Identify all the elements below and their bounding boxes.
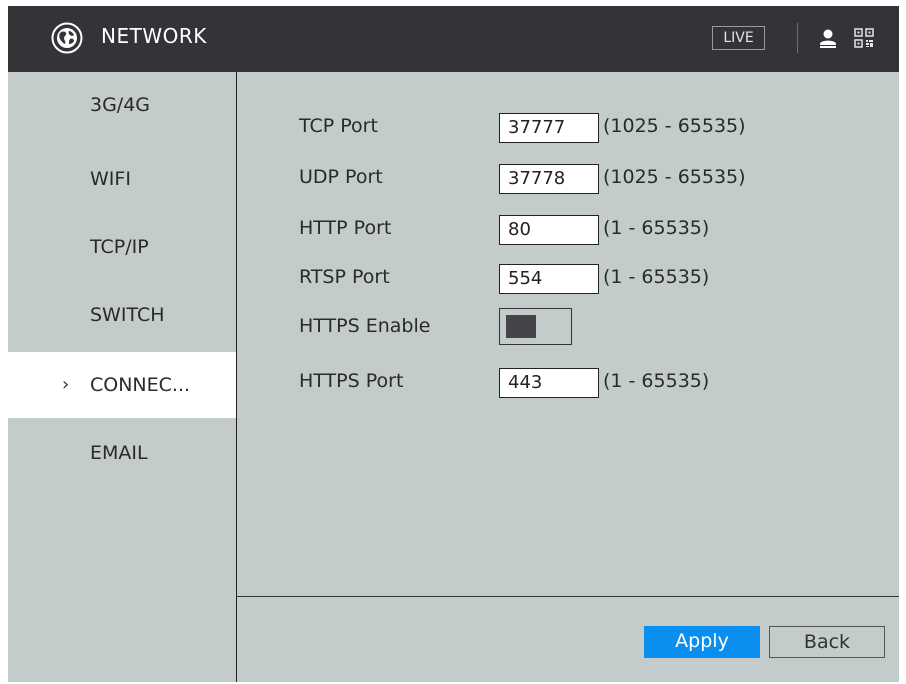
sidebar-item-label: 3G/4G <box>90 94 151 116</box>
sidebar-item-switch[interactable]: SWITCH <box>8 282 236 348</box>
https-port-label: HTTPS Port <box>299 370 404 392</box>
sidebar-item-3g4g[interactable]: 3G/4G <box>8 72 236 138</box>
tcp-port-input[interactable]: 37777 <box>499 113 599 143</box>
udp-port-input[interactable]: 37778 <box>499 164 599 194</box>
rtsp-port-range: (1 - 65535) <box>603 266 710 288</box>
https-port-range: (1 - 65535) <box>603 370 710 392</box>
user-icon[interactable] <box>819 28 837 48</box>
connection-settings-panel: TCP Port 37777 (1025 - 65535) UDP Port 3… <box>237 72 899 682</box>
sidebar-item-label: SWITCH <box>90 304 165 326</box>
sidebar: 3G/4G WIFI TCP/IP SWITCH › CONNEC... EMA… <box>8 72 237 682</box>
udp-port-range: (1025 - 65535) <box>603 166 746 188</box>
sidebar-item-label: CONNEC... <box>90 374 191 396</box>
rtsp-port-label: RTSP Port <box>299 266 390 288</box>
page-title: NETWORK <box>101 24 207 48</box>
https-enable-toggle[interactable] <box>499 308 572 345</box>
sidebar-item-tcpip[interactable]: TCP/IP <box>8 214 236 280</box>
sidebar-item-label: WIFI <box>90 168 131 190</box>
rtsp-port-input[interactable]: 554 <box>499 264 599 294</box>
udp-port-label: UDP Port <box>299 166 383 188</box>
toggle-knob <box>506 315 536 338</box>
http-port-input[interactable]: 80 <box>499 215 599 245</box>
http-port-range: (1 - 65535) <box>603 217 710 239</box>
title-bar: NETWORK LIVE <box>8 6 899 72</box>
sidebar-item-wifi[interactable]: WIFI <box>8 146 236 212</box>
qr-code-icon[interactable] <box>854 28 874 48</box>
https-enable-label: HTTPS Enable <box>299 315 431 337</box>
https-port-input[interactable]: 443 <box>499 368 599 398</box>
live-button[interactable]: LIVE <box>712 26 765 50</box>
sidebar-item-connection[interactable]: › CONNEC... <box>8 352 236 418</box>
back-button[interactable]: Back <box>769 626 885 658</box>
tcp-port-range: (1025 - 65535) <box>603 115 746 137</box>
sidebar-item-label: TCP/IP <box>90 236 149 258</box>
apply-button[interactable]: Apply <box>644 626 760 658</box>
tcp-port-label: TCP Port <box>299 115 378 137</box>
globe-icon <box>51 22 83 54</box>
chevron-right-icon: › <box>62 374 70 395</box>
sidebar-item-email[interactable]: EMAIL <box>8 420 236 486</box>
header-divider <box>797 23 798 53</box>
sidebar-item-label: EMAIL <box>90 442 148 464</box>
footer-divider <box>237 596 899 597</box>
app-window: NETWORK LIVE 3G/4G WIFI TCP/IP SWITCH › … <box>8 6 899 682</box>
http-port-label: HTTP Port <box>299 217 392 239</box>
